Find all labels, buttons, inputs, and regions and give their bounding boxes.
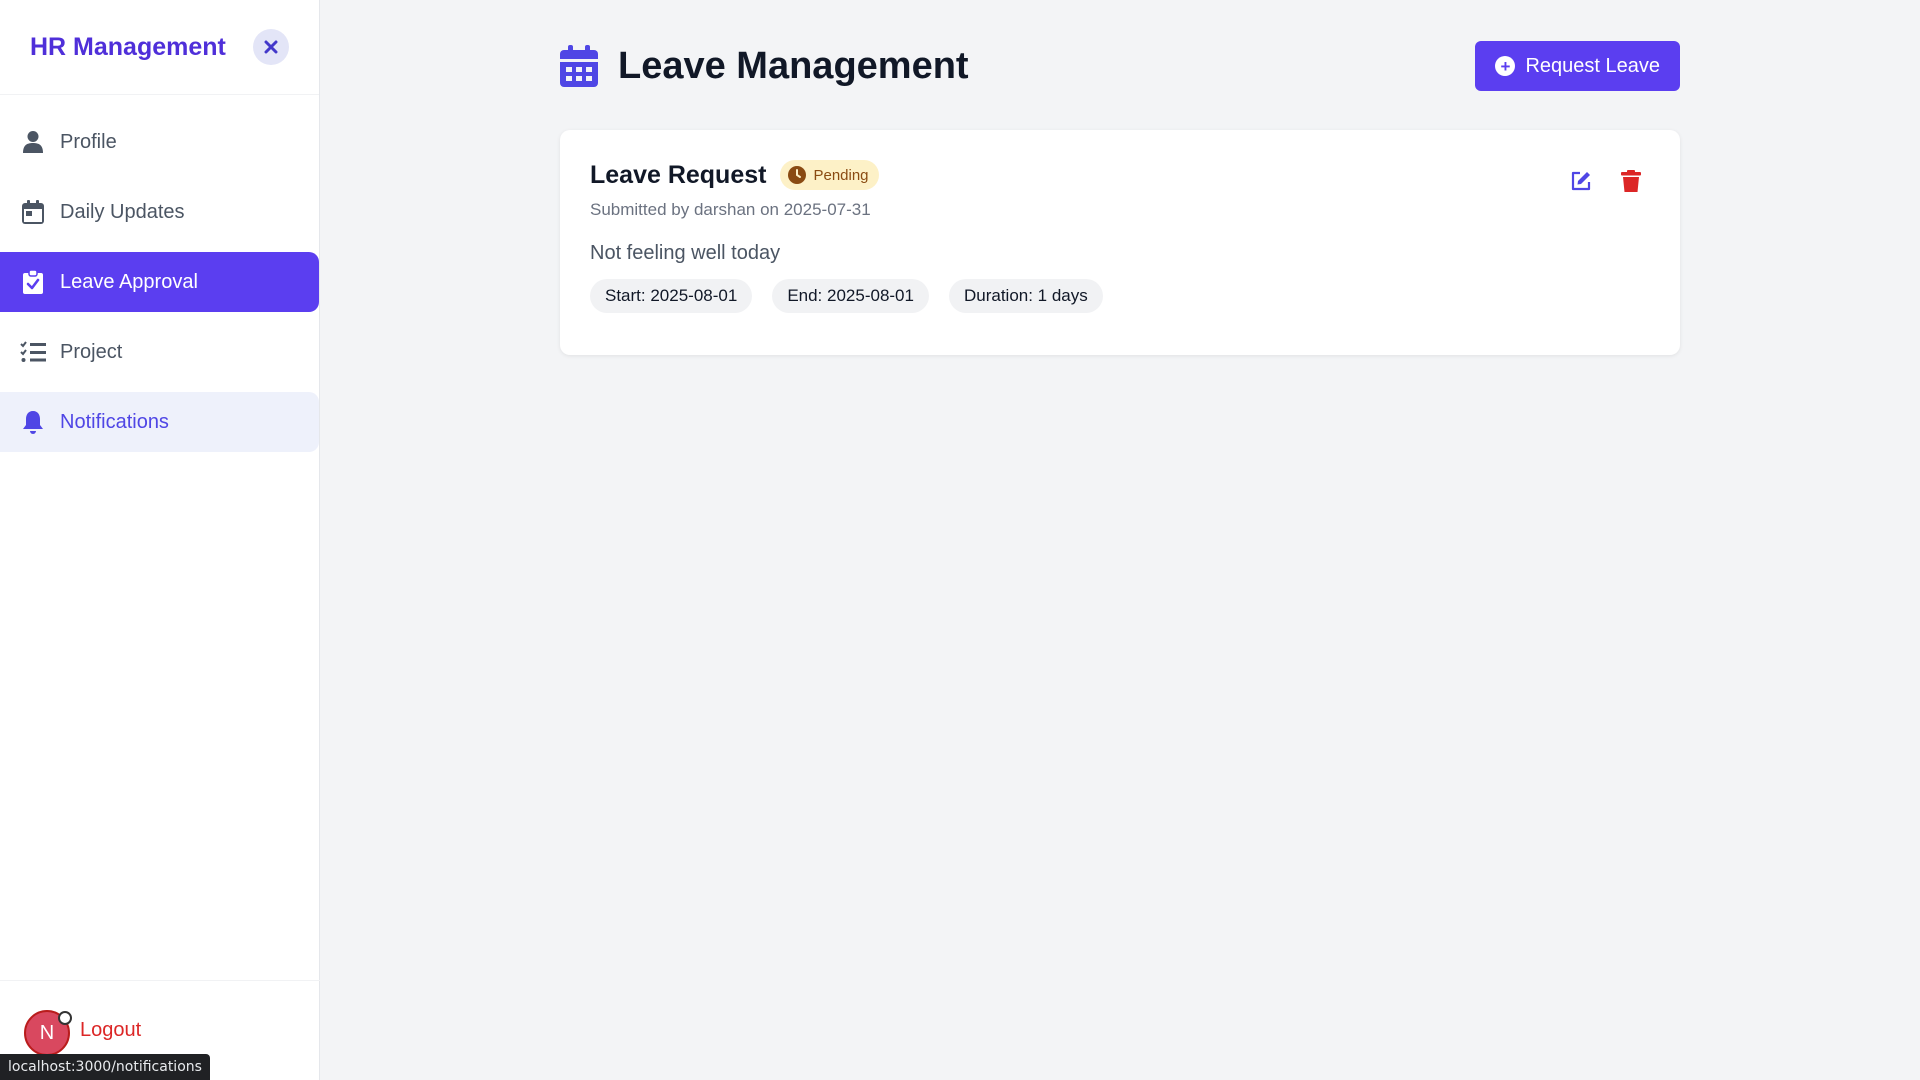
bell-icon (20, 409, 46, 435)
plus-circle-icon: + (1495, 56, 1516, 76)
edit-icon (1571, 171, 1591, 191)
edit-button[interactable] (1568, 168, 1594, 194)
clock-icon (788, 166, 807, 184)
sidebar-item-daily-updates[interactable]: Daily Updates (0, 182, 319, 242)
submitted-info: Submitted by darshan on 2025-07-31 (590, 200, 871, 219)
start-date-chip: Start: 2025-08-01 (590, 279, 753, 313)
sidebar-header: HR Management (0, 0, 319, 95)
calendar-icon (560, 45, 598, 87)
clipboard-check-icon (20, 269, 46, 295)
sidebar: HR Management Profile Daily Updates Leav… (0, 0, 320, 1080)
status-badge: Pending (780, 160, 879, 190)
brand-title: HR Management (30, 32, 226, 61)
trash-icon (1621, 170, 1641, 192)
sidebar-item-project[interactable]: Project (0, 322, 319, 382)
duration-chip: Duration: 1 days (948, 279, 1103, 313)
delete-button[interactable] (1618, 168, 1644, 194)
request-leave-label: Request Leave (1525, 54, 1660, 77)
card-title: Leave Request (590, 160, 767, 189)
status-label: Pending (813, 166, 869, 184)
close-icon (264, 40, 278, 54)
leave-reason: Not feeling well today (590, 242, 781, 264)
sidebar-item-label: Notifications (60, 410, 169, 433)
leave-request-card: Leave Request Pending Submitted by darsh… (560, 130, 1680, 355)
sidebar-item-notifications[interactable]: Notifications (0, 392, 319, 452)
leave-dates: Start: 2025-08-01 End: 2025-08-01 Durati… (590, 279, 1650, 313)
card-actions (1544, 168, 1644, 194)
calendar-icon (20, 199, 46, 225)
end-date-chip: End: 2025-08-01 (772, 279, 929, 313)
logout-button[interactable]: Logout (80, 1019, 141, 1042)
task-list-icon (20, 339, 46, 365)
close-sidebar-button[interactable] (253, 29, 289, 65)
sidebar-item-profile[interactable]: Profile (0, 112, 319, 172)
sidebar-item-label: Profile (60, 130, 117, 153)
request-leave-button[interactable]: + Request Leave (1475, 41, 1680, 91)
page-header: Leave Management + Request Leave (560, 40, 1680, 92)
sidebar-item-label: Project (60, 340, 123, 363)
sidebar-item-label: Leave Approval (60, 270, 198, 293)
page-title: Leave Management (618, 44, 969, 87)
link-preview-url: localhost:3000/notifications (0, 1054, 210, 1080)
page-title-group: Leave Management (560, 45, 969, 88)
card-header: Leave Request Pending (590, 160, 1650, 190)
sidebar-nav: Profile Daily Updates Leave Approval Pro… (0, 95, 319, 452)
user-icon (20, 129, 46, 155)
avatar-status-dot (58, 1011, 72, 1025)
sidebar-item-label: Daily Updates (60, 200, 185, 223)
sidebar-item-leave-approval[interactable]: Leave Approval (0, 252, 319, 312)
